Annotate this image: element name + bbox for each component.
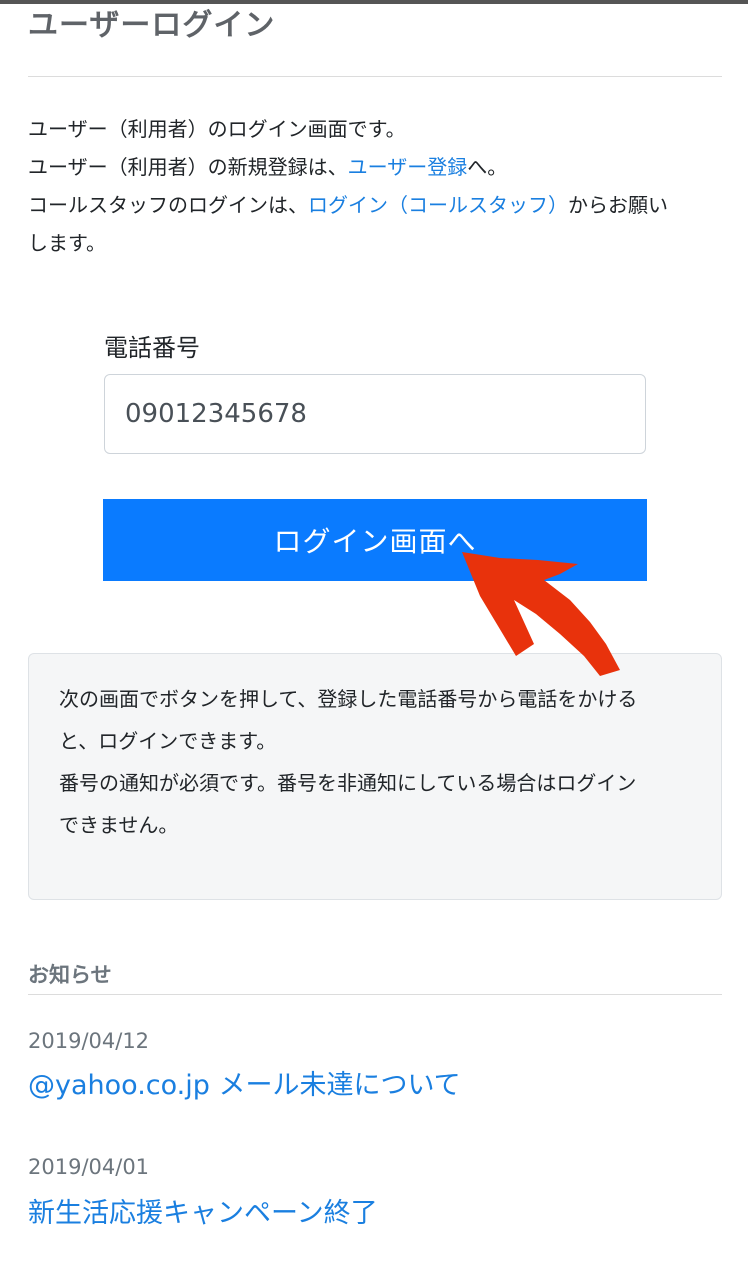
notice-line-3: 番号の通知が必須です。番号を非通知にしている場合はログイン [59, 771, 637, 795]
phone-input[interactable] [104, 374, 646, 454]
intro-line-3: コールスタッフのログインは、ログイン（コールスタッフ）からお願い [28, 186, 728, 224]
intro-line-4: します。 [28, 231, 106, 255]
intro-text: ユーザー（利用者）のログイン画面です。 ユーザー（利用者）の新規登録は、ユーザー… [28, 110, 728, 262]
intro-line-2-suffix: へ。 [467, 155, 508, 179]
intro-line-2: ユーザー（利用者）の新規登録は、ユーザー登録へ。 [28, 148, 728, 186]
page-title: ユーザーログイン [28, 8, 276, 43]
phone-label: 電話番号 [104, 334, 200, 362]
login-screen-button[interactable]: ログイン画面へ [103, 499, 647, 581]
intro-line-3-suffix: からお願い [568, 193, 668, 217]
call-staff-login-link[interactable]: ログイン（コールスタッフ） [308, 193, 568, 217]
news-heading: お知らせ [28, 963, 112, 987]
news-link[interactable]: 新生活応援キャンペーン終了 [28, 1194, 378, 1234]
intro-line-2-prefix: ユーザー（利用者）の新規登録は、 [28, 155, 348, 179]
notice-line-2: と、ログインできます。 [59, 729, 277, 753]
news-link[interactable]: @yahoo.co.jp メール未達について [28, 1066, 461, 1106]
news-divider [28, 994, 722, 995]
title-divider [28, 76, 722, 77]
notice-line-4: できません。 [59, 813, 179, 837]
intro-line-3-prefix: コールスタッフのログインは、 [28, 193, 308, 217]
user-register-link[interactable]: ユーザー登録 [348, 155, 468, 179]
news-date: 2019/04/01 [28, 1155, 150, 1179]
notice-line-1: 次の画面でボタンを押して、登録した電話番号から電話をかける [59, 687, 638, 711]
intro-line-1: ユーザー（利用者）のログイン画面です。 [28, 117, 406, 141]
news-date: 2019/04/12 [28, 1029, 150, 1053]
notice-box: 次の画面でボタンを押して、登録した電話番号から電話をかける と、ログインできます… [28, 653, 722, 900]
